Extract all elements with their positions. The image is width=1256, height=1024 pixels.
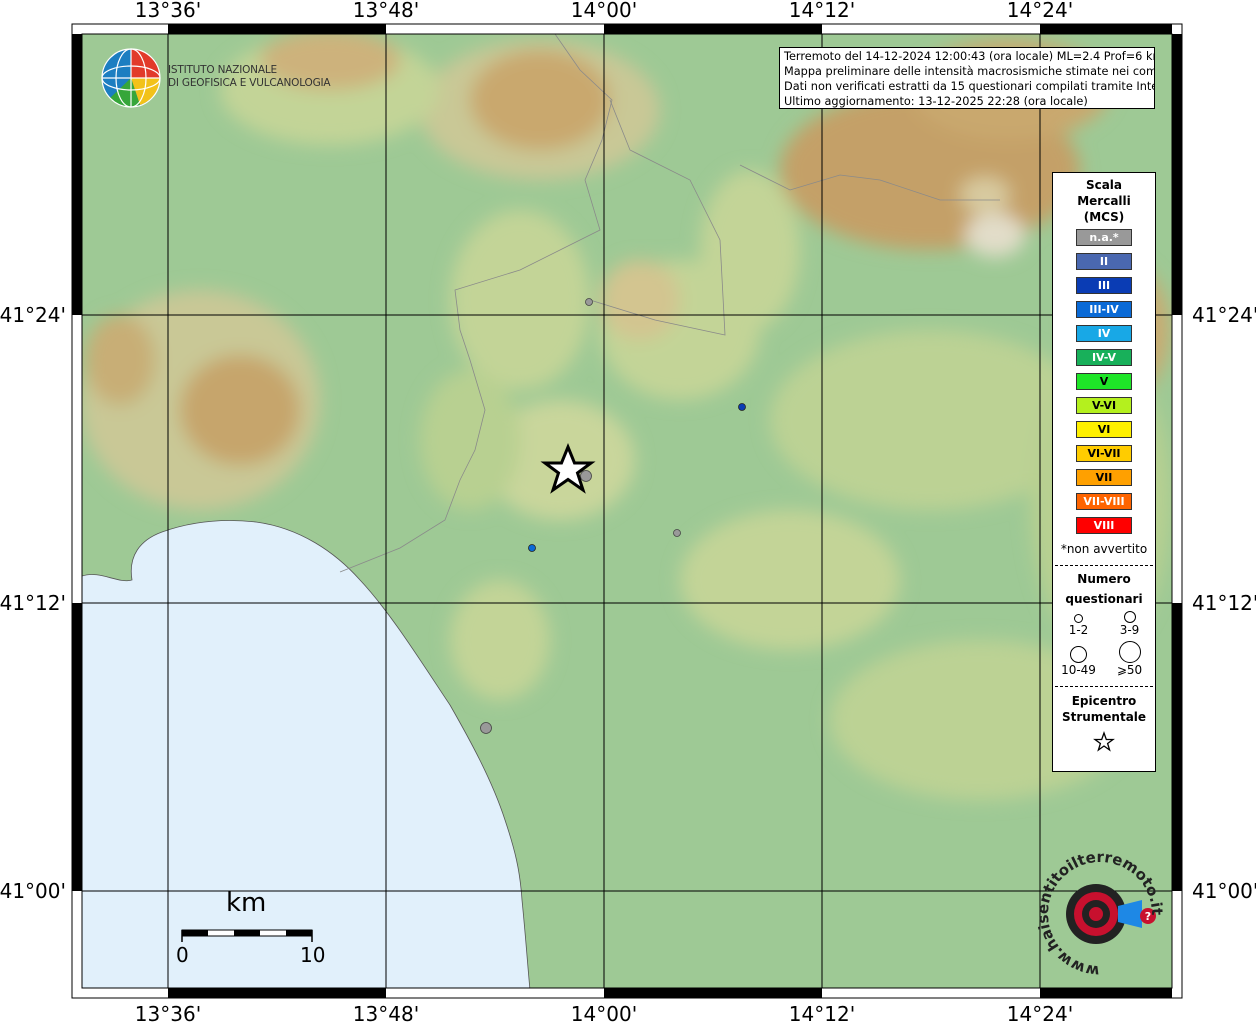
lon-label-top-4: 14°12' xyxy=(789,0,855,22)
swatch-9: VI-VII xyxy=(1076,445,1132,462)
legend-title-line-1: Scala xyxy=(1085,178,1123,192)
ingv-logo-line-1: ISTITUTO NAZIONALE xyxy=(168,64,277,76)
lon-label-bottom-1: 13°36' xyxy=(135,1002,201,1024)
size-circle-icon xyxy=(1070,646,1087,663)
lon-label-bottom-2: 13°48' xyxy=(353,1002,419,1024)
questionnaires-title-line-2: questionari xyxy=(1065,592,1143,606)
swatch-7: V-VI xyxy=(1076,397,1132,414)
questionnaires-title: Numero questionari xyxy=(1053,569,1155,609)
event-info-line-3: Dati non verificati estratti da 15 quest… xyxy=(784,80,1155,93)
marker-iii[interactable] xyxy=(738,403,746,411)
globe-icon xyxy=(101,48,161,108)
swatch-11: VII-VIII xyxy=(1076,493,1132,510)
lat-label-right-2: 41°12' xyxy=(1192,591,1256,615)
swatch-2: III xyxy=(1076,277,1132,294)
intensity-swatches: n.a.* II III III-IV IV IV-V V V-VI VI VI-VII VII VI… xyxy=(1053,229,1155,534)
size-circle-icon xyxy=(1118,641,1141,663)
latitude-labels-left: 41°24' 41°12' 41°00' xyxy=(0,303,66,903)
event-info-line-1: Terremoto del 14-12-2024 12:00:43 (ora l… xyxy=(784,50,1155,63)
legend-separator xyxy=(1055,686,1153,687)
size-circle-icon xyxy=(1074,614,1083,623)
swatch-6: V xyxy=(1076,373,1132,390)
size-label: ⩾50 xyxy=(1116,663,1143,677)
lat-label-left-3: 41°00' xyxy=(0,879,66,903)
latitude-labels-right: 41°24' 41°12' 41°00' xyxy=(1192,303,1256,903)
size-label: 10-49 xyxy=(1061,663,1096,677)
lon-label-top-5: 14°24' xyxy=(1007,0,1073,22)
marker-na-large[interactable] xyxy=(480,722,492,734)
swatch-8: VI xyxy=(1076,421,1132,438)
epicenter-legend xyxy=(1053,731,1155,757)
lon-label-bottom-4: 14°12' xyxy=(789,1002,855,1024)
ingv-logo-line-2: DI GEOFISICA E VULCANOLOGIA xyxy=(168,77,331,89)
lat-label-right-1: 41°24' xyxy=(1192,303,1256,327)
marker-na[interactable] xyxy=(585,298,593,306)
ingv-logo-text: ISTITUTO NAZIONALE DI GEOFISICA E VULCAN… xyxy=(168,64,331,90)
swatch-5: IV-V xyxy=(1076,349,1132,366)
swatch-3: III-IV xyxy=(1076,301,1132,318)
scale-end: 10 xyxy=(300,943,326,967)
legend-title: Scala Mercalli (MCS) xyxy=(1053,177,1155,225)
swatch-4: IV xyxy=(1076,325,1132,342)
longitude-labels-bottom: 13°36' 13°48' 14°00' 14°12' 14°24' xyxy=(135,1002,1073,1024)
lon-label-top-3: 14°00' xyxy=(571,0,637,22)
event-info-line-2: Mappa preliminare delle intensità macros… xyxy=(784,65,1155,78)
epicenter-title-line-1: Epicentro xyxy=(1071,694,1137,708)
marker-na[interactable] xyxy=(673,529,681,537)
longitude-labels-top: 13°36' 13°48' 14°00' 14°12' 14°24' xyxy=(135,0,1073,22)
lon-label-bottom-3: 14°00' xyxy=(571,1002,637,1024)
epicenter-title: Epicentro Strumentale xyxy=(1053,693,1155,725)
size-label: 3-9 xyxy=(1119,623,1140,637)
swatch-10: VII xyxy=(1076,469,1132,486)
lat-label-right-3: 41°00' xyxy=(1192,879,1256,903)
legend-panel: Scala Mercalli (MCS) n.a.* II III III-IV IV I… xyxy=(1052,172,1156,772)
size-circle-icon xyxy=(1123,611,1136,623)
lon-label-bottom-5: 14°24' xyxy=(1007,1002,1073,1024)
questionnaire-sizes: 1-2 3-9 10-49 ⩾50 xyxy=(1053,611,1155,677)
event-info-line-4: Ultimo aggiornamento: 13-12-2025 22:28 (… xyxy=(784,95,1088,108)
scale-start: 0 xyxy=(176,943,189,967)
size-class-1: 1-2 xyxy=(1053,611,1104,637)
legend-separator xyxy=(1055,565,1153,566)
size-label: 1-2 xyxy=(1068,623,1089,637)
lat-label-left-1: 41°24' xyxy=(0,303,66,327)
lat-label-left-2: 41°12' xyxy=(0,591,66,615)
epicenter-title-line-2: Strumentale xyxy=(1061,710,1147,724)
size-class-3: 10-49 xyxy=(1053,641,1104,677)
swatch-12: VIII xyxy=(1076,517,1132,534)
terrain xyxy=(82,34,1172,988)
star-icon xyxy=(1093,731,1115,752)
legend-note: *non avvertito xyxy=(1060,542,1148,556)
size-class-2: 3-9 xyxy=(1104,611,1155,637)
scale-unit: km xyxy=(226,888,267,918)
swatch-1: II xyxy=(1076,253,1132,270)
legend-title-line-2: Mercalli xyxy=(1077,194,1131,208)
swatch-0: n.a.* xyxy=(1076,229,1132,246)
lon-label-top-2: 13°48' xyxy=(353,0,419,22)
questionnaires-title-line-1: Numero xyxy=(1077,572,1131,586)
hsit-logo[interactable]: ? www.haisentitoilterremoto.it xyxy=(1034,848,1166,980)
legend-title-line-3: (MCS) xyxy=(1083,210,1125,224)
marker-iii-iv[interactable] xyxy=(528,544,536,552)
event-info-box: Terremoto del 14-12-2024 12:00:43 (ora l… xyxy=(779,47,1155,109)
size-class-4: ⩾50 xyxy=(1104,641,1155,677)
lon-label-top-1: 13°36' xyxy=(135,0,201,22)
marker-na-large[interactable] xyxy=(580,470,592,482)
